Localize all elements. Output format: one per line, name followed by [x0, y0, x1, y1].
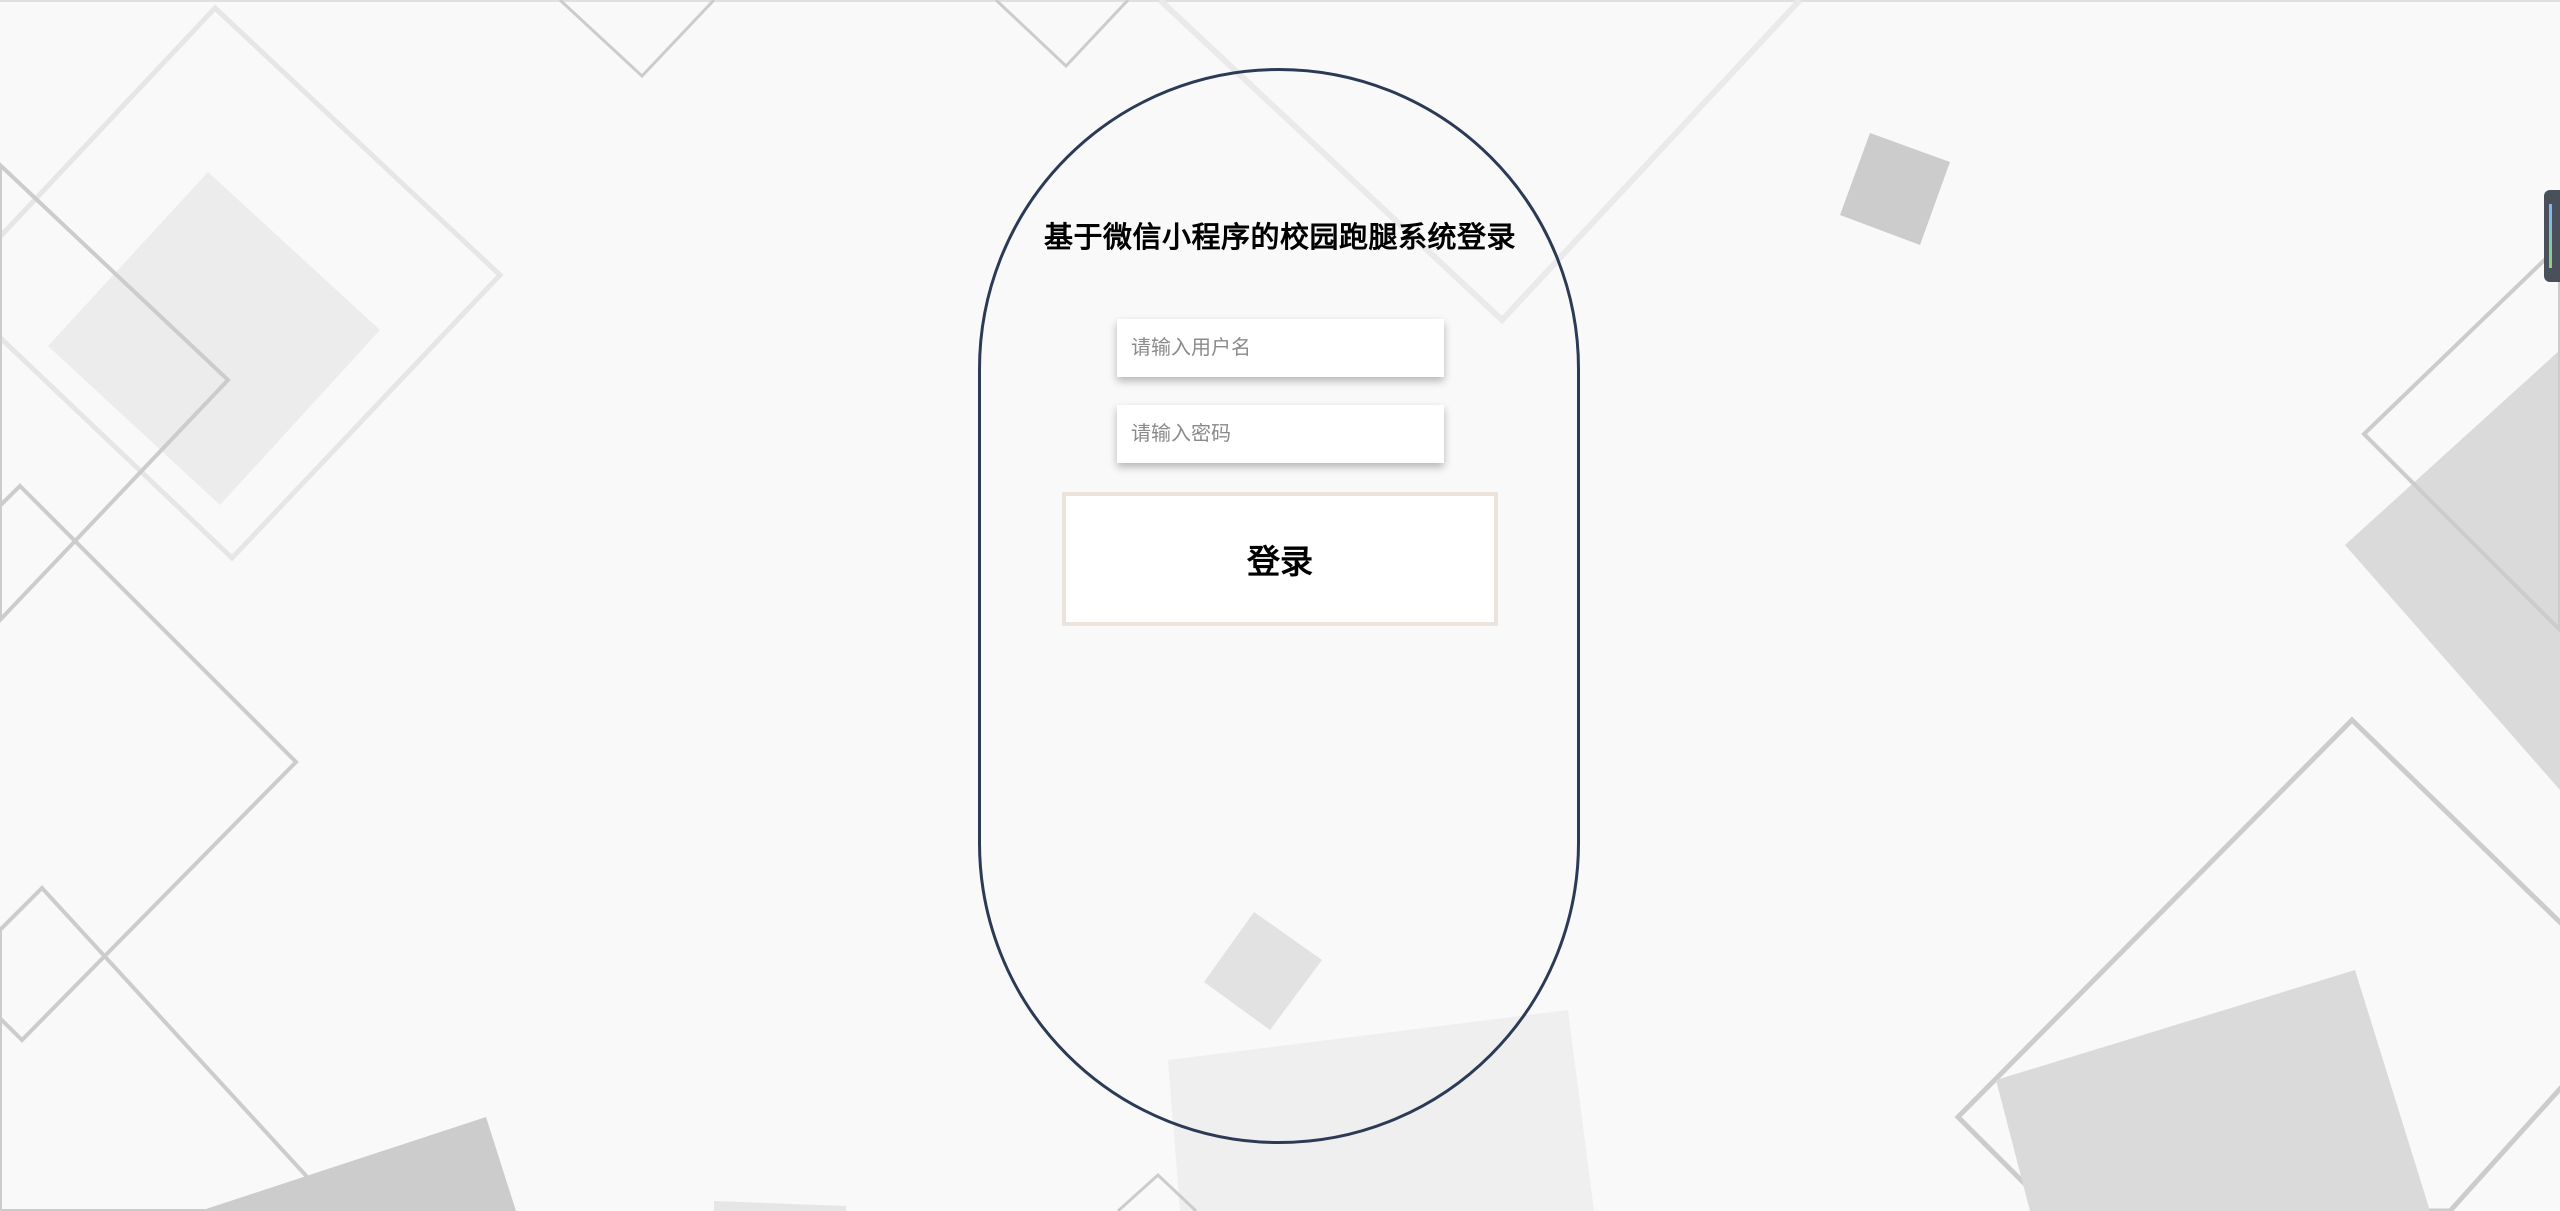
side-widget-indicator — [2549, 204, 2552, 268]
username-input[interactable] — [1117, 319, 1444, 377]
bg-shape-outline — [994, 0, 1130, 69]
bg-shape-outline — [0, 885, 312, 1211]
bg-shape-filled — [200, 1117, 516, 1211]
login-button[interactable]: 登录 — [1062, 492, 1498, 626]
bg-shape-filled — [1996, 970, 2430, 1211]
bg-shape-outline — [0, 483, 299, 1043]
password-input[interactable] — [1117, 405, 1444, 463]
login-page: 基于微信小程序的校园跑腿系统登录 登录 — [0, 0, 2560, 1211]
bg-shape-filled — [2345, 350, 2560, 790]
bg-shape-outline — [558, 0, 716, 79]
login-title: 基于微信小程序的校园跑腿系统登录 — [1043, 222, 1516, 254]
bg-shape-filled — [714, 1201, 846, 1211]
side-widget-handle[interactable] — [2544, 190, 2560, 282]
